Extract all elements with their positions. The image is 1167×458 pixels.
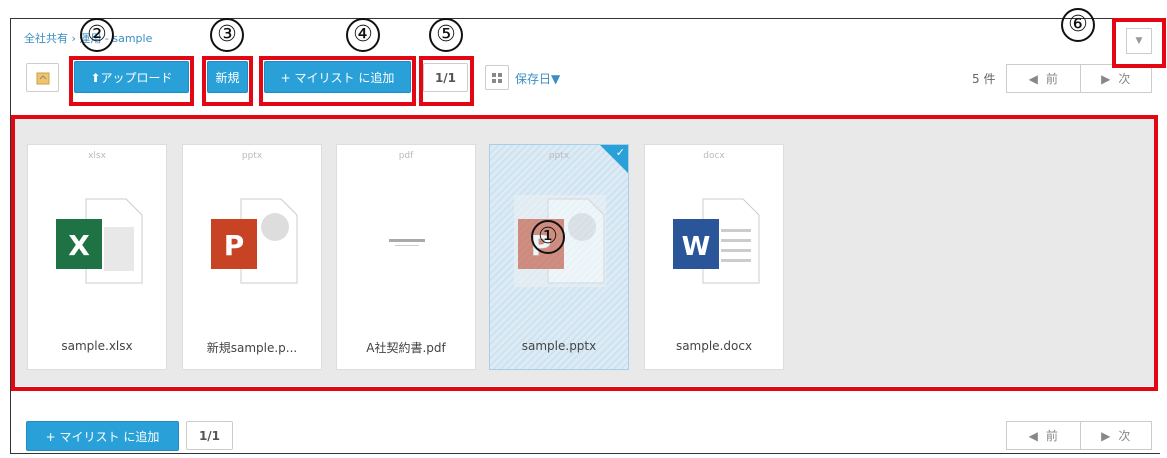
callout-box-5: [419, 56, 474, 106]
prev-arrow-icon: ◀: [1028, 71, 1038, 86]
callout-number-2: ②: [80, 18, 114, 52]
bottom-prev-button[interactable]: ◀ 前: [1007, 422, 1080, 449]
callout-number-5: ⑤: [429, 18, 463, 52]
file-count: 5 件: [972, 72, 996, 86]
bottom-add-to-mylist-button[interactable]: + マイリスト に追加: [26, 421, 179, 451]
callout-number-1: ①: [531, 220, 565, 254]
callout-box-1: [11, 115, 1158, 391]
bottom-next-button[interactable]: ▶ 次: [1079, 422, 1152, 449]
next-arrow-icon: ▶: [1101, 428, 1111, 443]
callout-box-6: [1112, 18, 1166, 68]
callout-number-6: ⑥: [1061, 8, 1095, 42]
folder-up-button[interactable]: [26, 63, 59, 92]
sort-by-saved-date[interactable]: 保存日▼: [515, 70, 560, 87]
bottom-page-indicator[interactable]: 1/1: [186, 421, 233, 450]
bottom-pager: ◀ 前 ▶ 次: [1006, 421, 1152, 450]
callout-number-3: ③: [210, 18, 244, 52]
callout-number-4: ④: [346, 18, 380, 52]
callout-box-2: [69, 56, 194, 106]
grid-view-button[interactable]: [485, 65, 509, 90]
grid-view-icon: [492, 72, 502, 83]
top-pager: ◀ 前 ▶ 次: [1006, 64, 1152, 93]
top-prev-button[interactable]: ◀ 前: [1007, 65, 1080, 92]
next-arrow-icon: ▶: [1101, 71, 1111, 86]
folder-up-icon: [36, 72, 49, 84]
callout-box-4: [259, 56, 416, 106]
prev-arrow-icon: ◀: [1028, 428, 1038, 443]
callout-box-3: [202, 56, 253, 106]
top-next-button[interactable]: ▶ 次: [1079, 65, 1152, 92]
panel-frame-bottom: [10, 453, 1160, 454]
